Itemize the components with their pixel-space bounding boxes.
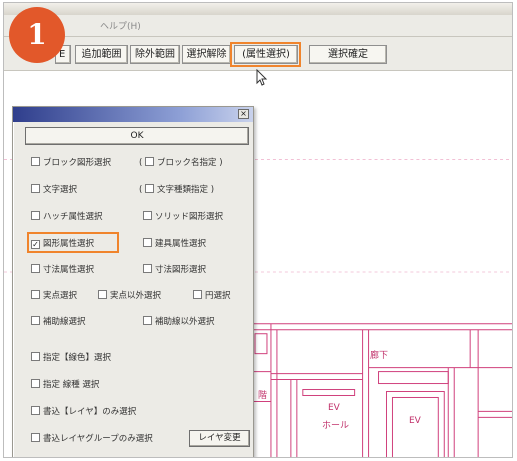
step-number-badge: 1 [9,7,65,63]
dialog-titlebar: × [13,107,253,122]
add-range-button[interactable]: 追加範囲 [75,45,128,64]
option-solid-shape[interactable]: ソリッド図形選択 [143,211,223,223]
checkbox[interactable] [143,316,152,325]
checkbox[interactable] [145,157,155,166]
option-line-color[interactable]: 指定【線色】選択 [31,352,111,364]
checkbox[interactable] [31,264,40,273]
checkbox[interactable] [31,316,40,325]
checkbox[interactable] [31,379,40,388]
checkbox[interactable] [31,211,40,220]
close-icon[interactable]: × [238,109,249,119]
option-dimension-attr[interactable]: 寸法属性選択 [31,264,94,276]
option-block-name[interactable]: ( ブロック名指定 ) [139,157,223,169]
attribute-select-highlight [230,42,301,67]
jww-cad-window: ヘルプ(H) E 追加範囲 除外範囲 選択解除 (属性選択) 選択確定 廊下 E… [3,2,513,458]
checkbox[interactable] [143,264,152,273]
menu-bar: ヘルプ(H) [4,15,512,37]
attribute-select-dialog: × OK ブロック図形選択 ( ブロック名指定 ) 文字選択 ( 文字種類指定 … [12,106,254,457]
hall-label: ホール [322,421,350,431]
window-titlebar [4,3,512,15]
exclude-range-button[interactable]: 除外範囲 [130,45,180,64]
checkbox[interactable] [31,406,40,415]
option-dimension-shape[interactable]: 寸法図形選択 [143,264,206,276]
option-hatch-attr[interactable]: ハッチ属性選択 [31,211,103,223]
checkbox[interactable] [193,290,202,299]
menu-item-help[interactable]: ヘルプ(H) [100,19,141,32]
deselect-button[interactable]: 選択解除 [182,45,231,64]
checkbox[interactable] [31,157,40,166]
option-text-select[interactable]: 文字選択 [31,184,77,196]
option-circle-select[interactable]: 円選択 [193,290,231,302]
confirm-selection-button[interactable]: 選択確定 [309,45,387,64]
option-block-select[interactable]: ブロック図形選択 [31,157,111,169]
layer-change-button[interactable]: レイヤ変更 [189,430,250,447]
selection-toolbar: E 追加範囲 除外範囲 選択解除 (属性選択) 選択確定 [4,37,512,71]
option-point-select[interactable]: 実点選択 [31,290,77,302]
option-layer-only[interactable]: 書込【レイヤ】のみ選択 [31,406,136,418]
checkbox[interactable] [143,238,152,247]
option-non-point-select[interactable]: 実点以外選択 [98,290,161,302]
checkbox[interactable] [31,184,40,193]
checkbox[interactable] [31,290,40,299]
corridor-label: 廊下 [370,351,389,361]
ev-label-left: EV [328,403,340,413]
option-text-type[interactable]: ( 文字種類指定 ) [139,184,214,196]
option-line-type[interactable]: 指定 線種 選択 [31,379,99,391]
shape-attr-highlight [27,232,119,253]
ev-label-right: EV [409,416,421,426]
checkbox[interactable] [31,433,40,442]
option-aux-line[interactable]: 補助線選択 [31,316,86,328]
option-fitting-attr[interactable]: 建具属性選択 [143,238,206,250]
checkbox[interactable] [143,211,152,220]
checkbox[interactable] [145,184,155,193]
checkbox[interactable] [31,352,40,361]
floor-label: 階 [258,391,268,401]
option-non-aux-line[interactable]: 補助線以外選択 [143,316,215,328]
ok-button[interactable]: OK [25,127,249,145]
checkbox[interactable] [98,290,107,299]
option-layer-group-only[interactable]: 書込レイヤグループのみ選択 [31,433,153,445]
